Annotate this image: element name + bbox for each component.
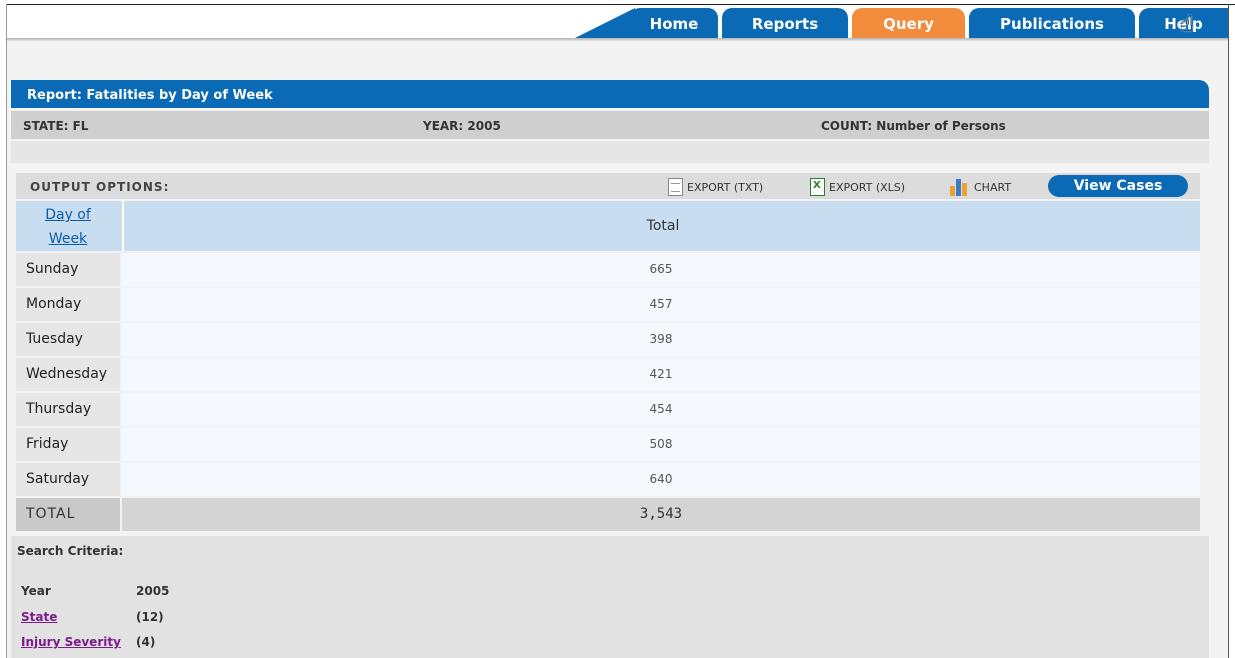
table-total-row: TOTAL 3,543: [16, 498, 1200, 531]
nav-divider: [7, 38, 1228, 41]
day-cell: Wednesday: [16, 358, 120, 391]
chart-icon: [950, 178, 970, 196]
export-txt-button[interactable]: EXPORT (TXT): [668, 177, 763, 197]
output-options-bar: OUTPUT OPTIONS: EXPORT (TXT) EXPORT (XLS…: [16, 173, 1200, 199]
criterion-state-link[interactable]: State: [21, 610, 57, 624]
nav-tab-lead-shape: [575, 8, 635, 38]
window-border-top: [6, 4, 1235, 5]
report-title: Report: Fatalities by Day of Week: [27, 88, 273, 103]
table-row: Thursday 454: [16, 393, 1200, 426]
total-cell: 398: [122, 323, 1200, 356]
criteria-spacer: [11, 141, 1209, 163]
table-header: Day of Week Total: [16, 201, 1200, 251]
total-cell: 454: [122, 393, 1200, 426]
tab-reports[interactable]: Reports: [722, 8, 848, 38]
day-of-week-header-link[interactable]: Day of Week: [16, 205, 120, 249]
search-criteria-title: Search Criteria:: [17, 544, 124, 558]
criteria-bar: STATE: FL YEAR: 2005 COUNT: Number of Pe…: [11, 111, 1209, 139]
total-cell: 508: [122, 428, 1200, 461]
window-border-right: [1228, 4, 1229, 658]
year-criterion: YEAR: 2005: [423, 119, 501, 133]
day-cell: Thursday: [16, 393, 120, 426]
total-cell: 640: [122, 463, 1200, 496]
criterion-injury-severity-value: (4): [136, 635, 156, 649]
table-row: Friday 508: [16, 428, 1200, 461]
total-header: Total: [122, 201, 1202, 251]
chart-button[interactable]: CHART: [950, 177, 1011, 197]
table-row: Tuesday 398: [16, 323, 1200, 356]
results-table: Day of Week Total Sunday 665 Monday 457 …: [16, 201, 1200, 531]
table-row: Sunday 665: [16, 253, 1200, 286]
export-txt-label: EXPORT (TXT): [687, 180, 764, 194]
chart-label: CHART: [974, 180, 1012, 194]
total-cell: 457: [122, 288, 1200, 321]
day-cell: Friday: [16, 428, 120, 461]
day-cell: Saturday: [16, 463, 120, 496]
day-cell: Sunday: [16, 253, 120, 286]
table-row: Wednesday 421: [16, 358, 1200, 391]
table-row: Monday 457: [16, 288, 1200, 321]
tab-publications[interactable]: Publications: [969, 8, 1135, 38]
export-xls-button[interactable]: EXPORT (XLS): [810, 177, 905, 197]
total-value-cell: 3,543: [122, 498, 1200, 531]
tab-query[interactable]: Query: [852, 8, 965, 38]
total-label-cell: TOTAL: [16, 498, 120, 531]
day-cell: Monday: [16, 288, 120, 321]
state-criterion: STATE: FL: [23, 119, 89, 133]
tab-home[interactable]: Home: [630, 8, 718, 38]
day-cell: Tuesday: [16, 323, 120, 356]
table-row: Saturday 640: [16, 463, 1200, 496]
output-options-label: OUTPUT OPTIONS:: [30, 180, 170, 194]
report-header: Report: Fatalities by Day of Week: [11, 80, 1209, 108]
criterion-year-label: Year: [21, 584, 51, 598]
export-txt-icon: [668, 178, 683, 196]
criterion-state-value: (12): [136, 610, 164, 624]
criterion-injury-severity-link[interactable]: Injury Severity: [21, 635, 121, 649]
export-xls-icon: [810, 178, 825, 196]
total-cell: 421: [122, 358, 1200, 391]
hand-cursor-icon: ☝: [1180, 12, 1194, 37]
day-of-week-header[interactable]: Day of Week: [16, 201, 120, 251]
criterion-year-value: 2005: [136, 584, 170, 598]
view-cases-button[interactable]: View Cases: [1048, 175, 1188, 197]
count-criterion: COUNT: Number of Persons: [821, 119, 1006, 133]
export-xls-label: EXPORT (XLS): [829, 180, 906, 194]
total-cell: 665: [122, 253, 1200, 286]
search-criteria-panel: Search Criteria: Year 2005 State (12) In…: [11, 536, 1209, 658]
